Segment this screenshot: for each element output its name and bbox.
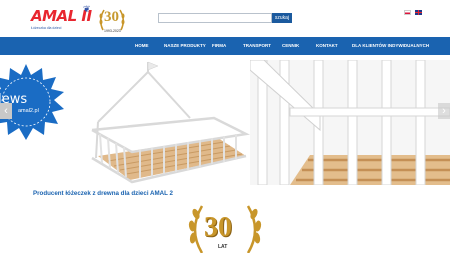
slide-image-left: News amal2.pl [0, 60, 251, 185]
nav-item-pricelist[interactable]: CENNIK [282, 37, 299, 55]
main-nav: HOME NASZE PRODUKTY FIRMA TRANSPORT CENN… [0, 37, 450, 55]
anniversary-number: 30 [104, 9, 119, 25]
flag-en-icon[interactable] [415, 10, 422, 15]
emblem-label: LAT [218, 244, 228, 250]
slide-image-right [249, 60, 450, 185]
search-input[interactable] [158, 13, 272, 23]
flag-pl-icon[interactable] [404, 10, 411, 15]
language-switcher [404, 10, 422, 15]
hero-slider: News amal2.pl [0, 60, 450, 185]
search-button[interactable]: szukaj [272, 13, 292, 23]
anniversary-emblem: 30 LAT [180, 200, 270, 253]
slider-prev-button[interactable]: ‹ [0, 103, 12, 119]
site-header: AMAL II ❦ Łóżeczka dla dzieci 30 1993-20… [0, 0, 450, 36]
logo-tagline: Łóżeczka dla dzieci [31, 26, 62, 30]
anniversary-badge: 30 1993-2023 [96, 4, 128, 36]
butterfly-icon: ❦ [83, 4, 91, 14]
site-logo[interactable]: AMAL II ❦ Łóżeczka dla dzieci [27, 4, 97, 34]
emblem-number: 30 [204, 212, 232, 243]
nav-item-transport[interactable]: TRANSPORT [243, 37, 271, 55]
slider-next-button[interactable]: › [438, 103, 450, 119]
crib-closeup-illustration [249, 60, 450, 185]
nav-item-company[interactable]: FIRMA [212, 37, 226, 55]
anniversary-years: 1993-2023 [104, 29, 121, 33]
news-badge-subtitle: amal2.pl [18, 108, 39, 114]
nav-item-contact[interactable]: KONTAKT [316, 37, 338, 55]
nav-item-individual-clients[interactable]: DLA KLIENTÓW INDYWIDUALNYCH [352, 37, 429, 55]
page-title: Producent łóżeczek z drewna dla dzieci A… [33, 190, 173, 197]
news-badge[interactable]: News amal2.pl [0, 64, 64, 140]
nav-item-products[interactable]: NASZE PRODUKTY [164, 37, 206, 55]
nav-item-home[interactable]: HOME [135, 37, 149, 55]
